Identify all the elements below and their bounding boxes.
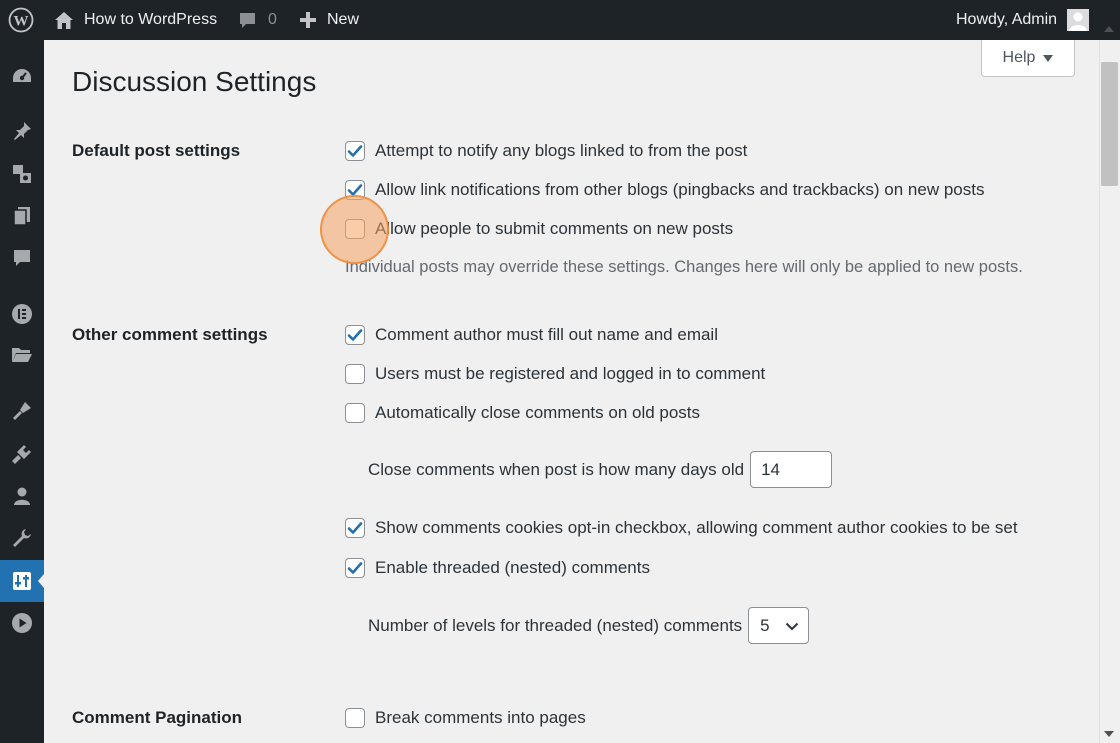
default-post-description: Individual posts may override these sett…: [345, 258, 1023, 276]
wordpress-logo-icon[interactable]: W: [8, 0, 34, 40]
greeting: Howdy, Admin: [956, 11, 1058, 28]
users-icon[interactable]: [0, 478, 44, 514]
close-days-label: Close comments when post is how many day…: [368, 459, 745, 479]
close-days-row: Close comments when post is how many day…: [368, 451, 833, 488]
pages-icon[interactable]: [0, 198, 44, 234]
site-name-link[interactable]: How to WordPress: [54, 0, 217, 40]
scrollbar-thumb[interactable]: [1101, 62, 1118, 186]
checkmark-icon: [347, 145, 363, 157]
plugins-icon[interactable]: [0, 436, 44, 472]
checkbox-cookies-opt-in[interactable]: [345, 518, 365, 538]
thread-levels-select[interactable]: 5: [748, 607, 810, 644]
caret-down-icon: [1043, 54, 1054, 62]
option-require-name-email[interactable]: Comment author must fill out name and em…: [345, 324, 718, 346]
option-label: Break comments into pages: [375, 708, 586, 727]
section-label-pagination: Comment Pagination: [72, 708, 243, 727]
help-label: Help: [1002, 49, 1036, 66]
plus-icon: [299, 11, 317, 29]
option-break-pages[interactable]: Break comments into pages: [345, 707, 586, 729]
avatar: [1067, 9, 1090, 31]
option-label: Attempt to notify any blogs linked to fr…: [375, 141, 748, 160]
settings-icon[interactable]: [0, 560, 44, 602]
chevron-down-icon: [785, 616, 799, 636]
option-cookies-opt-in[interactable]: Show comments cookies opt-in checkbox, a…: [345, 517, 1018, 539]
play-icon[interactable]: [0, 605, 44, 641]
option-label: Enable threaded (nested) comments: [375, 558, 650, 577]
new-label: New: [327, 11, 360, 28]
pin-icon[interactable]: [0, 113, 44, 149]
new-content-link[interactable]: New: [299, 0, 359, 40]
option-notify-blogs[interactable]: Attempt to notify any blogs linked to fr…: [345, 140, 747, 162]
comments-icon[interactable]: [0, 240, 44, 276]
admin-sidebar: [0, 40, 44, 743]
folder-icon[interactable]: [0, 337, 44, 373]
checkmark-icon: [347, 522, 363, 534]
thread-levels-label: Number of levels for threaded (nested) c…: [368, 615, 743, 635]
comment-bubble-icon: [238, 11, 257, 30]
comments-count: 0: [268, 11, 277, 28]
tools-icon[interactable]: [0, 520, 44, 556]
checkbox-break-pages[interactable]: [345, 708, 365, 728]
dashboard-icon[interactable]: [0, 58, 44, 94]
media-icon[interactable]: [0, 156, 44, 192]
thread-levels-value: 5: [760, 615, 770, 635]
option-label: Users must be registered and logged in t…: [375, 364, 766, 383]
scroll-down-arrow-icon[interactable]: [1104, 731, 1114, 737]
help-button[interactable]: Help: [981, 40, 1075, 77]
appearance-icon[interactable]: [0, 393, 44, 429]
scroll-up-arrow-icon[interactable]: [1104, 26, 1114, 32]
option-close-old-comments[interactable]: Automatically close comments on old post…: [345, 402, 700, 424]
option-label: Automatically close comments on old post…: [375, 403, 701, 422]
checkbox-close-old-comments[interactable]: [345, 403, 365, 423]
option-label: Comment author must fill out name and em…: [375, 325, 718, 344]
option-threaded-comments[interactable]: Enable threaded (nested) comments: [345, 557, 650, 579]
section-label-default-post: Default post settings: [72, 141, 241, 160]
option-pingbacks[interactable]: Allow link notifications from other blog…: [345, 179, 984, 201]
close-days-input[interactable]: [750, 451, 833, 488]
page-title: Discussion Settings: [72, 66, 317, 97]
checkbox-require-name-email[interactable]: [345, 325, 365, 345]
option-label: Allow people to submit comments on new p…: [375, 219, 734, 238]
site-name: How to WordPress: [84, 11, 218, 28]
checkbox-notify-blogs[interactable]: [345, 141, 365, 161]
click-highlight-indicator: [320, 195, 389, 264]
option-label: Allow link notifications from other blog…: [375, 180, 985, 199]
thread-levels-row: Number of levels for threaded (nested) c…: [368, 607, 810, 644]
section-label-other-comment: Other comment settings: [72, 325, 268, 344]
checkmark-icon: [347, 329, 363, 341]
checkbox-threaded-comments[interactable]: [345, 558, 365, 578]
my-account-link[interactable]: Howdy, Admin: [956, 0, 1090, 40]
option-label: Show comments cookies opt-in checkbox, a…: [375, 518, 1018, 537]
comments-link[interactable]: 0: [238, 0, 277, 40]
elementor-icon[interactable]: [0, 296, 44, 332]
checkbox-registration-required[interactable]: [345, 364, 365, 384]
admin-bar: W How to WordPress 0 New Howdy, Admin: [0, 0, 1120, 40]
home-icon: [54, 11, 74, 30]
svg-text:W: W: [14, 14, 29, 30]
option-registration-required[interactable]: Users must be registered and logged in t…: [345, 363, 765, 385]
checkmark-icon: [347, 562, 363, 574]
option-allow-comments[interactable]: Allow people to submit comments on new p…: [345, 218, 733, 240]
